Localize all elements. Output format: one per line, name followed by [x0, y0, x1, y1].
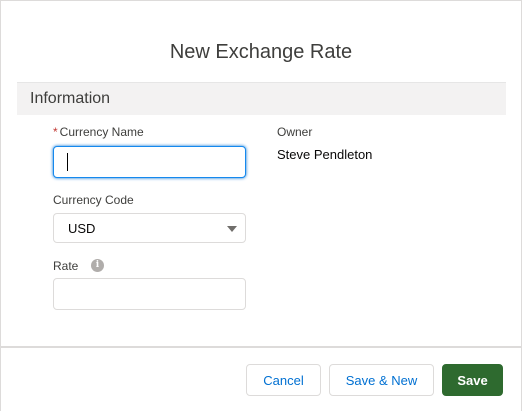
chevron-down-icon — [227, 226, 237, 232]
section-title: Information — [30, 90, 111, 107]
save-and-new-button[interactable]: Save & New — [329, 364, 434, 396]
currency-name-label: * Currency Name — [53, 125, 144, 139]
cancel-button[interactable]: Cancel — [246, 364, 321, 396]
currency-code-value: USD — [68, 221, 96, 236]
rate-input[interactable] — [53, 278, 246, 310]
currency-name-input[interactable] — [53, 146, 246, 178]
owner-label: Owner — [277, 125, 313, 139]
modal-dialog: New Exchange Rate Information * Currency … — [0, 0, 522, 411]
modal-header: New Exchange Rate — [1, 1, 521, 81]
section-header-information[interactable]: Information — [17, 82, 506, 115]
required-marker: * — [53, 125, 58, 139]
owner-value: Steve Pendleton — [277, 147, 373, 162]
rate-label: Rate — [53, 259, 79, 273]
currency-name-label-text: Currency Name — [59, 125, 144, 139]
text-cursor — [67, 153, 68, 171]
save-button[interactable]: Save — [442, 364, 503, 396]
info-icon[interactable]: i — [91, 259, 104, 272]
currency-code-label: Currency Code — [53, 193, 134, 207]
currency-code-select[interactable]: USD — [53, 213, 246, 243]
modal-title: New Exchange Rate — [169, 40, 353, 63]
